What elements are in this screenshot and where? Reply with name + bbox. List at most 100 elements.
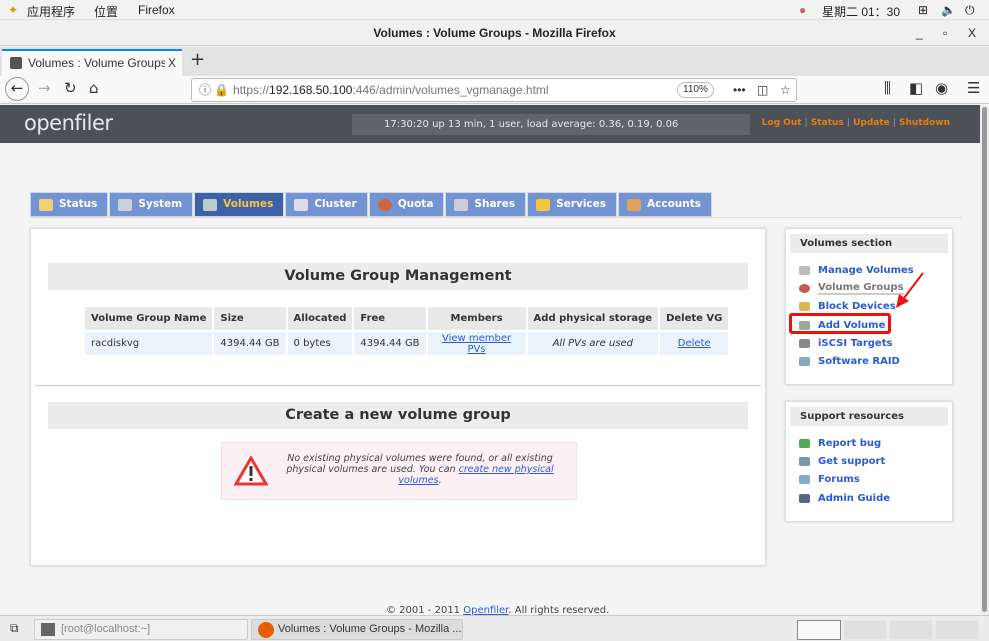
tab-label: Accounts xyxy=(647,198,702,210)
new-tab-button[interactable]: + xyxy=(190,49,205,70)
section-divider xyxy=(35,385,761,386)
col-members: Members xyxy=(427,307,526,330)
vg-management-heading: Volume Group Management xyxy=(48,263,748,290)
shutdown-link[interactable]: Shutdown xyxy=(899,118,950,128)
annotation-arrow-icon xyxy=(896,272,924,308)
home-button[interactable]: ⌂ xyxy=(89,79,99,97)
report-bug-link[interactable]: Report bug xyxy=(786,434,952,452)
forums-icon xyxy=(799,475,810,485)
lock-warning-icon[interactable]: 🔒 xyxy=(214,79,229,101)
tab-accounts[interactable]: Accounts xyxy=(618,192,713,217)
account-icon[interactable]: ◉ xyxy=(935,79,948,97)
page-scrollbar[interactable] xyxy=(980,105,989,615)
col-delete-vg: Delete VG xyxy=(660,307,729,330)
alert-end: . xyxy=(438,475,442,486)
page-actions-icon[interactable]: ••• xyxy=(733,79,746,101)
vg-name: racdiskvg xyxy=(85,332,213,355)
warning-icon xyxy=(234,456,268,486)
add-storage-status: All PVs are used xyxy=(527,332,659,355)
tab-label: Volumes xyxy=(223,198,274,210)
get-support-link[interactable]: Get support xyxy=(786,452,952,470)
main-nav-tabs: Status System Volumes Cluster Quota Shar… xyxy=(30,192,713,217)
tab-cluster[interactable]: Cluster xyxy=(285,192,368,217)
iscsi-targets-link[interactable]: iSCSI Targets xyxy=(786,334,952,352)
tab-label: Status xyxy=(59,198,98,210)
uptime-status: 17:30:20 up 13 min, 1 user, load average… xyxy=(352,114,750,135)
browser-tab[interactable]: Volumes : Volume Groups X xyxy=(2,49,182,76)
url-bar[interactable]: ⓘ 🔒 https://192.168.50.100:446/admin/vol… xyxy=(191,78,797,102)
show-desktop-icon[interactable]: ⧉ xyxy=(10,621,19,636)
sidebar-icon[interactable]: ◧ xyxy=(909,79,923,97)
tab-quota[interactable]: Quota xyxy=(368,192,445,217)
vg-free: 4394.44 GB xyxy=(354,332,426,355)
volume-icon[interactable]: 🔈 xyxy=(941,3,956,17)
power-icon[interactable]: ⏻ xyxy=(965,3,975,18)
link-label: Admin Guide xyxy=(818,492,891,504)
minimize-button[interactable]: _ xyxy=(916,20,923,46)
workspace-4[interactable] xyxy=(935,620,979,640)
iscsi-icon xyxy=(799,338,810,348)
library-icon[interactable]: ⫼ xyxy=(884,79,891,97)
firefox-icon xyxy=(258,622,274,638)
link-label: Report bug xyxy=(818,437,882,449)
close-window-button[interactable]: X xyxy=(968,20,976,46)
tab-label: Cluster xyxy=(314,198,357,210)
software-raid-link[interactable]: Software RAID xyxy=(786,352,952,370)
network-icon[interactable]: ⊞ xyxy=(918,3,928,17)
bookmark-star-icon[interactable]: ☆ xyxy=(780,79,791,101)
zoom-level[interactable]: 110% xyxy=(677,82,714,98)
workspace-2[interactable] xyxy=(843,620,887,640)
view-member-pvs-link[interactable]: View member PVs xyxy=(442,333,511,355)
annotation-highlight-box xyxy=(789,313,891,334)
tab-volumes[interactable]: Volumes xyxy=(194,192,285,217)
task-label: Volumes : Volume Groups - Mozilla ... xyxy=(278,623,462,635)
table-row: racdiskvg 4394.44 GB 0 bytes 4394.44 GB … xyxy=(85,332,729,355)
workspace-1[interactable] xyxy=(797,620,841,640)
window-titlebar: Volumes : Volume Groups - Mozilla Firefo… xyxy=(0,20,989,46)
link-label: Volume Groups xyxy=(818,281,904,295)
logout-link[interactable]: Log Out xyxy=(762,118,802,128)
link-label: Get support xyxy=(818,455,886,467)
main-panel: Volume Group Management Volume Group Nam… xyxy=(30,228,766,566)
pocket-icon[interactable]: ◫ xyxy=(757,79,768,101)
url-protocol: https:// xyxy=(233,83,270,97)
forward-button[interactable]: → xyxy=(38,79,51,97)
gnome-top-bar: ✦ 应用程序 位置 Firefox ● 星期二 01：30 ⊞ 🔈 ⏻ xyxy=(0,0,989,20)
tab-close-button[interactable]: X xyxy=(165,51,177,75)
create-vg-heading: Create a new volume group xyxy=(48,402,748,429)
status-link[interactable]: Status xyxy=(811,118,844,128)
openfiler-logo: openfiler xyxy=(24,111,113,135)
favicon-icon xyxy=(10,57,22,69)
clock[interactable]: 星期二 01：30 xyxy=(822,3,900,20)
workspace-3[interactable] xyxy=(889,620,933,640)
no-pv-alert: No existing physical volumes were found,… xyxy=(221,442,577,500)
url-path: :446/admin/volumes_vgmanage.html xyxy=(352,83,549,97)
taskbar-terminal[interactable]: [root@localhost:~] xyxy=(34,619,248,640)
maximize-button[interactable]: ▫ xyxy=(943,20,947,46)
link-label: iSCSI Targets xyxy=(818,337,893,349)
forums-link[interactable]: Forums xyxy=(786,471,952,489)
delete-vg-link[interactable]: Delete xyxy=(678,338,711,349)
taskbar-firefox[interactable]: Volumes : Volume Groups - Mozilla ... xyxy=(251,619,463,640)
apps-menu[interactable]: 应用程序 xyxy=(27,3,75,20)
system-icon xyxy=(118,198,133,211)
tab-title: Volumes : Volume Groups xyxy=(28,56,167,70)
tab-label: Services xyxy=(556,198,607,210)
volume-groups-icon xyxy=(799,283,810,293)
reload-button[interactable]: ↻ xyxy=(64,79,77,97)
info-icon[interactable]: ⓘ xyxy=(199,79,211,101)
tab-services[interactable]: Services xyxy=(527,192,618,217)
url-host: 192.168.50.100 xyxy=(269,83,353,97)
menu-icon[interactable]: ☰ xyxy=(967,79,980,97)
volumes-section-title: Volumes section xyxy=(790,234,948,253)
firefox-menu[interactable]: Firefox xyxy=(138,3,175,17)
back-button[interactable]: ← xyxy=(5,77,29,101)
tab-shares[interactable]: Shares xyxy=(445,192,527,217)
tab-status[interactable]: Status xyxy=(30,192,109,217)
alert-message: No existing physical volumes were found,… xyxy=(280,453,560,486)
admin-guide-link[interactable]: Admin Guide xyxy=(786,489,952,507)
places-menu[interactable]: 位置 xyxy=(94,3,118,20)
update-link[interactable]: Update xyxy=(853,118,890,128)
tab-system[interactable]: System xyxy=(109,192,194,217)
col-vg-name: Volume Group Name xyxy=(85,307,213,330)
